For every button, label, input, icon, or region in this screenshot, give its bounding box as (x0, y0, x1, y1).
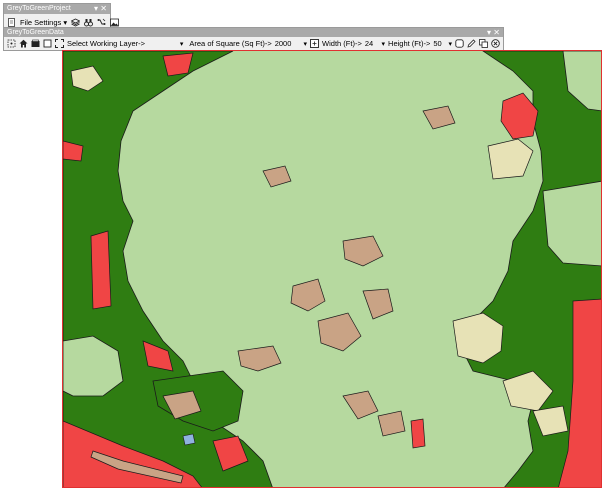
impervious-surface (410, 418, 426, 449)
close-icon[interactable]: ✕ (493, 28, 500, 37)
data-toolbar-title: GreyToGreenData (7, 29, 64, 36)
layer-icon[interactable] (31, 39, 40, 48)
home-icon[interactable] (19, 39, 28, 48)
file-icon (7, 17, 16, 27)
copy-icon[interactable] (479, 39, 488, 48)
select-working-layer-dropdown[interactable]: Select Working Layer-> (67, 39, 145, 48)
working-layer-label: Select Working Layer-> (67, 39, 146, 48)
route-icon[interactable] (97, 18, 106, 27)
working-layer-dropdown-arrow[interactable]: ▾ (180, 40, 184, 48)
impervious-surface (90, 230, 112, 310)
file-settings-label: File Settings (20, 17, 62, 27)
height-dropdown-arrow[interactable]: ▾ (448, 40, 452, 48)
project-toolbar-title: GreyToGreenProject (7, 5, 71, 12)
toolbar-options-icon[interactable]: ▾ (487, 28, 491, 37)
width-label: Width (Ft)-> (322, 39, 362, 48)
area-select[interactable]: 2000 (275, 39, 301, 48)
file-settings-menu[interactable]: File Settings ▾ (20, 18, 67, 27)
width-dropdown-arrow[interactable]: ▾ (382, 40, 386, 48)
water-feature (182, 433, 196, 446)
binoculars-icon[interactable] (84, 18, 94, 27)
toolbar-options-icon[interactable]: ▾ (94, 4, 98, 13)
data-toolbar-row: Select Working Layer-> ▾ Area of Square … (4, 37, 503, 50)
square-icon[interactable] (43, 39, 52, 48)
select-icon[interactable] (7, 39, 16, 48)
area-label: Area of Square (Sq Ft)-> (189, 39, 272, 48)
data-toolbar: GreyToGreenData ▾ ✕ Select Working Layer… (3, 27, 504, 51)
data-toolbar-titlebar[interactable]: GreyToGreenData ▾ ✕ (4, 28, 503, 37)
width-select[interactable]: 24 (365, 39, 379, 48)
width-value: 24 (364, 39, 374, 48)
pencil-icon[interactable] (467, 39, 476, 48)
map-canvas[interactable] (62, 50, 602, 488)
project-toolbar: GreyToGreenProject ▾ ✕ File Settings ▾ (3, 3, 120, 29)
layers-icon[interactable] (71, 18, 81, 27)
height-label: Height (Ft)-> (388, 39, 431, 48)
land-cover-map (63, 51, 601, 487)
image-icon[interactable] (110, 18, 120, 27)
cancel-icon[interactable] (491, 39, 500, 48)
circle-icon[interactable] (455, 39, 464, 48)
chevron-down-icon: ▾ (63, 17, 68, 27)
height-select[interactable]: 50 (433, 39, 445, 48)
height-value: 50 (433, 39, 442, 48)
close-icon[interactable]: ✕ (100, 4, 107, 13)
project-toolbar-titlebar[interactable]: GreyToGreenProject ▾ ✕ (4, 4, 110, 14)
area-value: 2000 (274, 39, 292, 48)
expand-icon[interactable] (55, 39, 64, 48)
area-dropdown-arrow[interactable]: ▾ (304, 40, 308, 48)
rectangle-icon[interactable] (310, 39, 319, 48)
